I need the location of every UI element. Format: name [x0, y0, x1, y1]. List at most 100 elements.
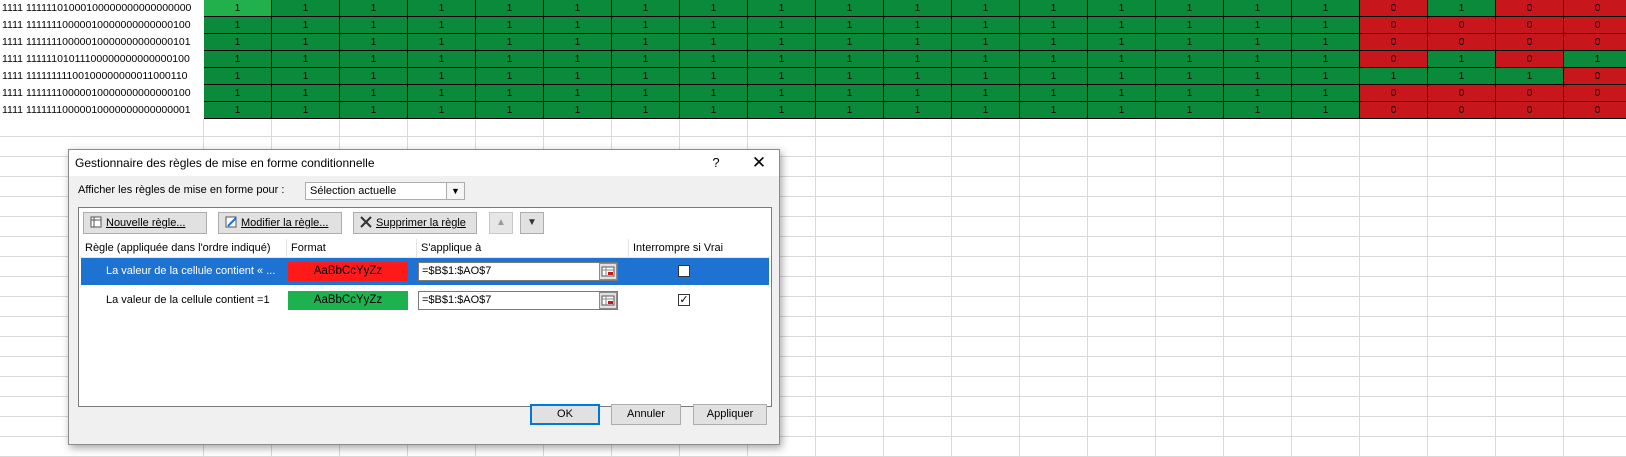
- sheet-cell[interactable]: 1: [612, 0, 680, 17]
- sheet-cell[interactable]: 1: [1020, 102, 1088, 119]
- sheet-cell[interactable]: 1: [204, 68, 272, 85]
- sheet-cell[interactable]: 1: [1292, 85, 1360, 102]
- sheet-cell[interactable]: 1: [952, 68, 1020, 85]
- row-label-cell[interactable]: 1111 11111110000010000000000000100: [0, 85, 203, 102]
- row-label-cell[interactable]: 1111 11111101000100000000000000000: [0, 0, 203, 17]
- sheet-cell[interactable]: 1: [544, 34, 612, 51]
- sheet-cell[interactable]: 1: [408, 34, 476, 51]
- rule-row[interactable]: La valeur de la cellule contient « ... A…: [81, 258, 769, 285]
- sheet-cell[interactable]: 0: [1496, 0, 1564, 17]
- sheet-cell[interactable]: 1: [1224, 68, 1292, 85]
- sheet-cell[interactable]: 1: [476, 85, 544, 102]
- row-label-cell[interactable]: 1111 11111101011100000000000000100: [0, 51, 203, 68]
- sheet-cell[interactable]: 1: [1020, 85, 1088, 102]
- sheet-cell[interactable]: 0: [1564, 17, 1626, 34]
- sheet-cell[interactable]: 1: [1020, 17, 1088, 34]
- sheet-cell[interactable]: 1: [272, 34, 340, 51]
- dialog-titlebar[interactable]: Gestionnaire des règles de mise en forme…: [69, 150, 779, 176]
- sheet-cell[interactable]: 1: [544, 102, 612, 119]
- sheet-cell[interactable]: 1: [952, 0, 1020, 17]
- sheet-cell[interactable]: 1: [340, 17, 408, 34]
- chevron-down-icon[interactable]: ▼: [446, 183, 464, 199]
- sheet-cell[interactable]: 1: [1224, 102, 1292, 119]
- sheet-cell[interactable]: 1: [408, 85, 476, 102]
- sheet-cell[interactable]: 0: [1360, 51, 1428, 68]
- sheet-cell[interactable]: 1: [408, 68, 476, 85]
- sheet-cell[interactable]: 1: [544, 68, 612, 85]
- sheet-cell[interactable]: 1: [1496, 68, 1564, 85]
- sheet-cell[interactable]: 1: [272, 51, 340, 68]
- sheet-cell[interactable]: 0: [1496, 34, 1564, 51]
- sheet-cell[interactable]: 1: [1156, 68, 1224, 85]
- sheet-cell[interactable]: 1: [1224, 51, 1292, 68]
- sheet-cell[interactable]: 1: [1020, 51, 1088, 68]
- sheet-cell[interactable]: 1: [1224, 85, 1292, 102]
- sheet-cell[interactable]: 1: [816, 68, 884, 85]
- sheet-cell[interactable]: 1: [1088, 68, 1156, 85]
- sheet-cell[interactable]: 0: [1428, 34, 1496, 51]
- sheet-cell[interactable]: 1: [1156, 0, 1224, 17]
- sheet-cell[interactable]: 1: [952, 34, 1020, 51]
- sheet-cell[interactable]: 1: [340, 85, 408, 102]
- sheet-cell[interactable]: 1: [1156, 34, 1224, 51]
- apply-button[interactable]: Appliquer: [693, 404, 767, 425]
- sheet-cell[interactable]: 0: [1496, 85, 1564, 102]
- sheet-cell[interactable]: 1: [816, 51, 884, 68]
- sheet-cell[interactable]: 1: [1156, 17, 1224, 34]
- sheet-cell[interactable]: 1: [1292, 68, 1360, 85]
- sheet-cell[interactable]: 1: [884, 34, 952, 51]
- sheet-cell[interactable]: 1: [1292, 102, 1360, 119]
- rule-row[interactable]: La valeur de la cellule contient =1 AaBb…: [81, 287, 769, 314]
- sheet-cell[interactable]: 1: [204, 102, 272, 119]
- sheet-cell[interactable]: 1: [952, 85, 1020, 102]
- sheet-cell[interactable]: 1: [340, 102, 408, 119]
- sheet-cell[interactable]: 1: [1088, 0, 1156, 17]
- sheet-cell[interactable]: 1: [476, 51, 544, 68]
- applies-to-input[interactable]: =$B$1:$AO$7: [418, 262, 618, 281]
- sheet-cell[interactable]: 1: [476, 34, 544, 51]
- sheet-cell[interactable]: 1: [1224, 0, 1292, 17]
- sheet-cell[interactable]: 1: [1292, 51, 1360, 68]
- sheet-cell[interactable]: 1: [544, 85, 612, 102]
- show-rules-dropdown[interactable]: Sélection actuelle ▼: [305, 182, 465, 200]
- sheet-cell[interactable]: 1: [748, 68, 816, 85]
- sheet-cell[interactable]: 1: [748, 34, 816, 51]
- row-label-cell[interactable]: 1111 11111110000010000000000000001: [0, 102, 203, 119]
- sheet-cell[interactable]: 1: [204, 85, 272, 102]
- sheet-cell[interactable]: 1: [816, 102, 884, 119]
- sheet-cell[interactable]: 1: [408, 102, 476, 119]
- sheet-cell[interactable]: 1: [1088, 34, 1156, 51]
- sheet-cell[interactable]: 1: [952, 102, 1020, 119]
- sheet-cell[interactable]: 1: [612, 102, 680, 119]
- sheet-cell[interactable]: 1: [1292, 34, 1360, 51]
- sheet-cell[interactable]: 1: [884, 68, 952, 85]
- sheet-cell[interactable]: 1: [272, 68, 340, 85]
- sheet-cell[interactable]: 1: [680, 51, 748, 68]
- sheet-cell[interactable]: 1: [816, 85, 884, 102]
- sheet-cell[interactable]: 1: [1224, 34, 1292, 51]
- sheet-cell[interactable]: 1: [1020, 68, 1088, 85]
- sheet-cell[interactable]: 1: [1428, 68, 1496, 85]
- sheet-cell[interactable]: 1: [1564, 51, 1626, 68]
- sheet-cell[interactable]: 1: [952, 17, 1020, 34]
- sheet-cell[interactable]: 0: [1428, 102, 1496, 119]
- range-selector-icon[interactable]: [599, 263, 617, 280]
- sheet-cell[interactable]: 1: [204, 17, 272, 34]
- ok-button[interactable]: OK: [530, 404, 600, 425]
- sheet-cell[interactable]: 0: [1360, 34, 1428, 51]
- sheet-cell[interactable]: 1: [1020, 34, 1088, 51]
- sheet-cell[interactable]: 1: [748, 17, 816, 34]
- sheet-cell[interactable]: 1: [884, 102, 952, 119]
- row-label-cell[interactable]: 1111 11111110000010000000000000101: [0, 34, 203, 51]
- sheet-cell[interactable]: 1: [748, 102, 816, 119]
- sheet-cell[interactable]: 1: [680, 68, 748, 85]
- sheet-cell[interactable]: 0: [1496, 102, 1564, 119]
- edit-rule-button[interactable]: Modifier la règle...: [218, 212, 342, 234]
- sheet-cell[interactable]: 1: [544, 0, 612, 17]
- move-down-button[interactable]: ▼: [520, 212, 544, 234]
- sheet-cell[interactable]: 1: [612, 51, 680, 68]
- sheet-cell[interactable]: 0: [1496, 17, 1564, 34]
- sheet-cell[interactable]: 0: [1360, 102, 1428, 119]
- sheet-cell[interactable]: 1: [1088, 17, 1156, 34]
- row-label-cell[interactable]: 1111 11111111100100000000011000110: [0, 68, 203, 85]
